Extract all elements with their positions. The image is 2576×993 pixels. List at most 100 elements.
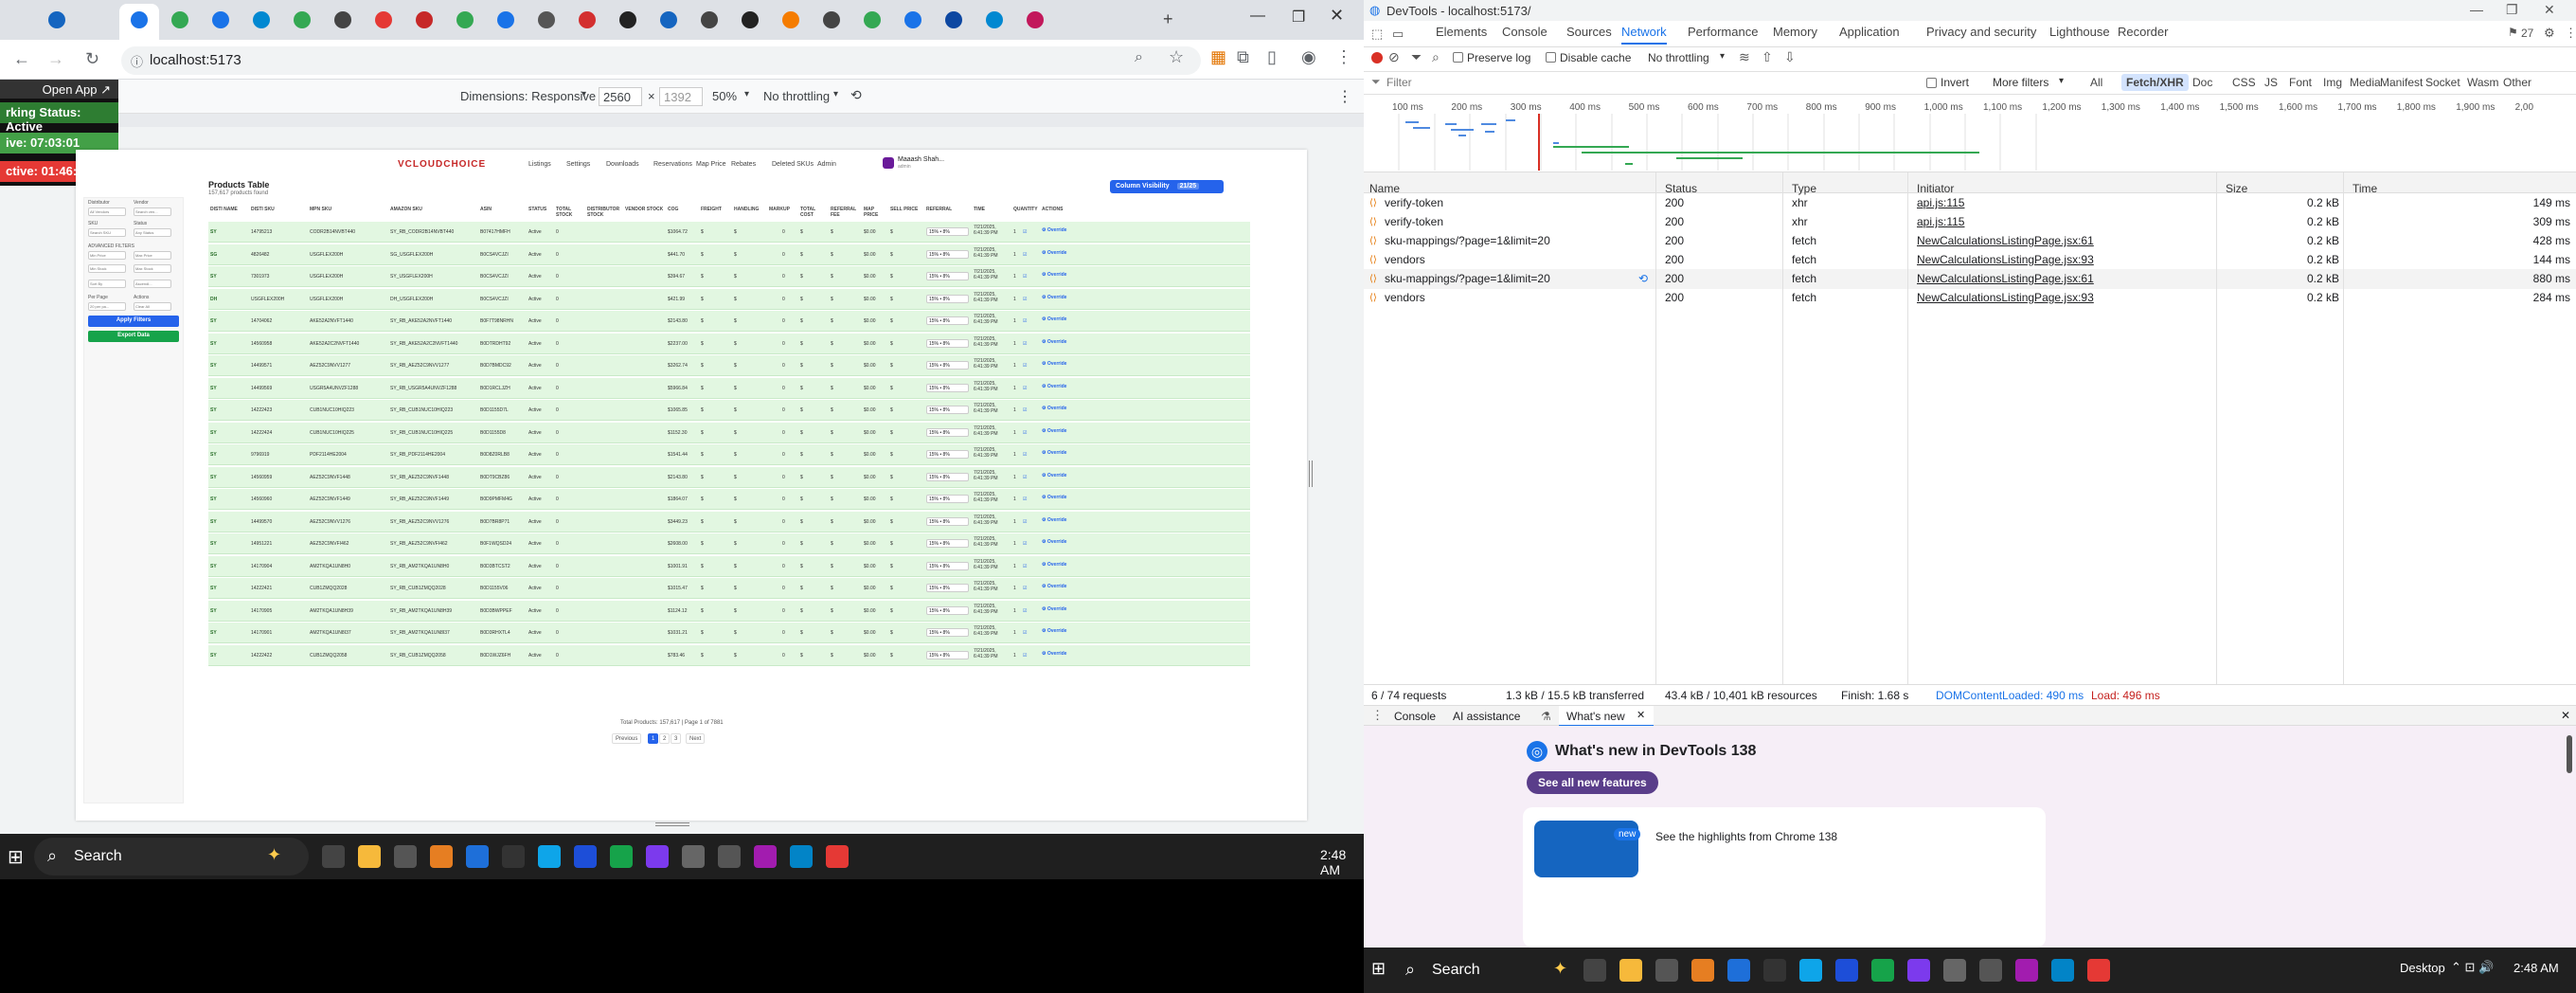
edit-icon[interactable]: ☑ (1023, 452, 1027, 458)
request-initiator[interactable]: NewCalculationsListingPage.jsx:93 (1917, 291, 2094, 304)
override-button[interactable]: ⚙ Override (1042, 339, 1083, 349)
filter-type-button[interactable]: CSS (2227, 74, 2261, 91)
site-info-icon[interactable]: ⓘ (131, 52, 143, 70)
nav-item[interactable]: Admin (817, 161, 836, 168)
throttle-select[interactable]: No throttling (763, 89, 830, 103)
referral-select[interactable]: 15% • 8% (926, 584, 969, 592)
quantity-cell[interactable]: 1 (1013, 297, 1016, 302)
browser-tab[interactable] (939, 8, 969, 32)
filter-type-button[interactable]: Img (2318, 74, 2347, 91)
quantity-cell[interactable]: 1 (1013, 452, 1016, 458)
taskbar-app-icon[interactable] (826, 845, 849, 868)
devtools-tab[interactable]: Application (1839, 25, 1900, 39)
taskbar-app-icon[interactable] (1619, 959, 1642, 982)
minimize-icon[interactable]: — (2470, 2, 2483, 17)
clear-all-button[interactable]: Clear All (134, 302, 171, 311)
taskbar-app-icon[interactable] (574, 845, 597, 868)
override-button[interactable]: ⚙ Override (1042, 316, 1083, 326)
extension-icon[interactable]: ▦ (1210, 47, 1226, 67)
column-header[interactable]: MPN SKU (310, 207, 388, 212)
taskbar-app-icon[interactable] (394, 845, 417, 868)
column-header[interactable]: AMAZON SKU (390, 207, 478, 212)
nav-item[interactable]: Listings (528, 161, 551, 168)
edit-icon[interactable]: ☑ (1023, 564, 1027, 569)
search-icon[interactable]: ⌕ (1432, 49, 1440, 65)
referral-select[interactable]: 15% • 8% (926, 650, 969, 659)
devtools-tab[interactable]: Network (1621, 25, 1667, 45)
quantity-cell[interactable]: 1 (1013, 229, 1016, 235)
browser-tab[interactable] (816, 8, 847, 32)
more-filters-button[interactable]: More filters (1993, 76, 2048, 89)
edit-icon[interactable]: ☑ (1023, 519, 1027, 525)
taskbar-app-icon[interactable] (1763, 959, 1786, 982)
taskbar-app-icon[interactable] (1655, 959, 1678, 982)
avatar[interactable] (883, 157, 894, 169)
taskbar-app-icon[interactable] (1871, 959, 1894, 982)
override-button[interactable]: ⚙ Override (1042, 539, 1083, 549)
taskbar-app-icon[interactable] (430, 845, 453, 868)
referral-select[interactable]: 15% • 8% (926, 227, 969, 236)
browser-tab[interactable] (409, 8, 439, 32)
override-button[interactable]: ⚙ Override (1042, 628, 1083, 638)
record-icon[interactable] (1371, 52, 1383, 63)
column-header[interactable]: DISTI SKU (251, 207, 308, 212)
see-all-features-button[interactable]: See all new features (1527, 771, 1658, 794)
column-header[interactable]: MAP PRICE (864, 207, 888, 218)
override-button[interactable]: ⚙ Override (1042, 495, 1083, 504)
resize-handle-right[interactable] (1309, 460, 1313, 487)
taskbar-app-icon[interactable] (646, 845, 669, 868)
page-button[interactable]: 1 (648, 733, 659, 744)
filter-type-button[interactable]: All (2085, 74, 2107, 91)
quantity-cell[interactable]: 1 (1013, 341, 1016, 347)
drawer-menu-icon[interactable]: ⋮ (1371, 708, 1384, 723)
taskbar-app-icon[interactable] (466, 845, 489, 868)
browser-tab[interactable] (613, 8, 643, 32)
override-button[interactable]: ⚙ Override (1042, 428, 1083, 438)
quantity-cell[interactable]: 1 (1013, 586, 1016, 591)
devtools-tab[interactable]: Elements (1436, 25, 1487, 39)
filter-icon[interactable]: ⏷ (1411, 49, 1422, 65)
edit-icon[interactable]: ☑ (1023, 586, 1027, 591)
quantity-cell[interactable]: 1 (1013, 541, 1016, 547)
taskbar-app-icon[interactable] (754, 845, 777, 868)
per-page-select[interactable]: 20 per pa... (88, 302, 126, 311)
more-icon[interactable]: ⋮ (2565, 26, 2576, 41)
referral-select[interactable]: 15% • 8% (926, 450, 969, 459)
quantity-cell[interactable]: 1 (1013, 274, 1016, 280)
referral-select[interactable]: 15% • 8% (926, 361, 969, 370)
browser-tab[interactable] (735, 8, 765, 32)
quantity-cell[interactable]: 1 (1013, 608, 1016, 614)
taskbar-app-icon[interactable] (2051, 959, 2074, 982)
browser-tab[interactable] (42, 8, 72, 32)
column-header[interactable]: QUANTITY (1013, 207, 1040, 212)
filter-type-button[interactable]: Doc (2188, 74, 2217, 91)
request-initiator[interactable]: api.js:115 (1917, 215, 1964, 228)
column-header[interactable]: MARKUP (769, 207, 798, 212)
throttling-select[interactable]: No throttling (1648, 51, 1709, 64)
referral-select[interactable]: 15% • 8% (926, 272, 969, 280)
distributor-select[interactable]: All Vendors (88, 208, 126, 216)
close-drawer-icon[interactable]: ✕ (2561, 709, 2570, 722)
column-header[interactable]: HANDLING (734, 207, 767, 212)
invert-checkbox[interactable] (1926, 78, 1937, 88)
width-input[interactable]: 2560 (599, 87, 642, 106)
taskbar-app-icon[interactable] (718, 845, 741, 868)
request-row[interactable]: ⟨⟩ verify-token 200 xhr api.js:115 0.2 kB 149 … (1364, 193, 2576, 213)
taskbar-app-icon[interactable] (1943, 959, 1966, 982)
browser-tab[interactable] (124, 8, 154, 32)
upload-icon[interactable]: ⇧ (1762, 49, 1773, 65)
override-button[interactable]: ⚙ Override (1042, 384, 1083, 393)
quantity-cell[interactable]: 1 (1013, 519, 1016, 525)
referral-select[interactable]: 15% • 8% (926, 628, 969, 637)
browser-tab[interactable] (898, 8, 928, 32)
nav-item[interactable]: Map Price (696, 161, 726, 168)
request-row[interactable]: ⟨⟩ vendors 200 fetch NewCalculationsListingP… (1364, 250, 2576, 270)
download-icon[interactable]: ⇩ (1784, 49, 1796, 65)
sidepanel-icon[interactable]: ▯ (1267, 47, 1277, 67)
column-header[interactable]: SELL PRICE (890, 207, 924, 212)
override-button[interactable]: ⚙ Override (1042, 584, 1083, 593)
column-header[interactable]: REFERRAL FEE (831, 207, 862, 218)
taskbar-app-icon[interactable] (610, 845, 633, 868)
restore-icon[interactable]: ❐ (2506, 2, 2518, 18)
devtools-tab[interactable]: Performance (1688, 25, 1758, 39)
